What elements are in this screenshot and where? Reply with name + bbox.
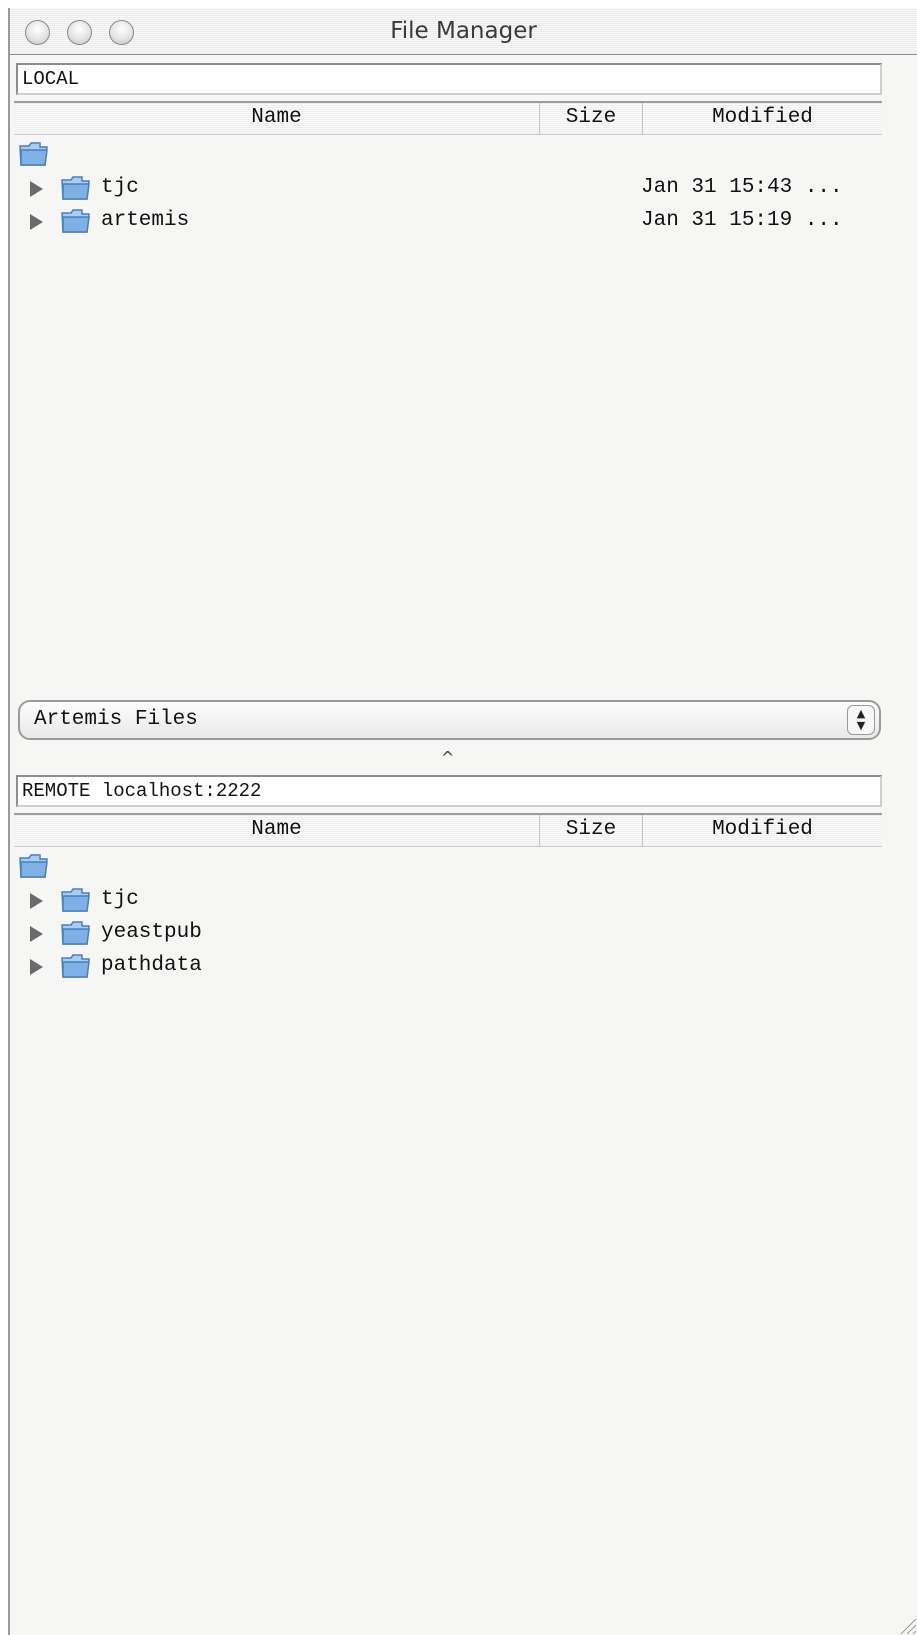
item-name: pathdata [101, 954, 202, 977]
item-name: artemis [101, 209, 190, 232]
remote-name-column-header[interactable]: Name [14, 815, 539, 847]
window-title: File Manager [390, 18, 537, 44]
split-divider-handle[interactable]: ^ [441, 748, 454, 767]
stepper-arrows-icon[interactable]: ▲ ▼ [847, 705, 875, 735]
local-modified-column-header[interactable]: Modified [642, 103, 882, 135]
remote-list-item-yeastpub[interactable]: yeastpub [14, 919, 882, 951]
item-name: yeastpub [101, 921, 202, 944]
title-bar[interactable]: File Manager [10, 8, 917, 55]
remote-list-item-tjc[interactable]: tjc [14, 886, 882, 918]
local-list-item-artemis[interactable]: artemis Jan 31 15:19 ... [14, 207, 882, 239]
folder-icon [61, 888, 90, 912]
item-modified: Jan 31 15:43 ... [641, 176, 843, 199]
local-size-column-header[interactable]: Size [539, 103, 642, 135]
item-name: tjc [101, 176, 139, 199]
local-file-tree[interactable]: tjc Jan 31 15:43 ... artemis Jan 31 15:1… [14, 135, 882, 695]
disclosure-triangle-icon[interactable] [30, 926, 43, 942]
folder-icon [61, 209, 90, 233]
resize-grip-icon[interactable] [895, 1613, 917, 1635]
disclosure-triangle-icon[interactable] [30, 893, 43, 909]
local-table-header: Name Size Modified [14, 101, 882, 135]
folder-icon [61, 176, 90, 200]
local-location-field[interactable]: LOCAL [16, 63, 882, 95]
remote-list-item-pathdata[interactable]: pathdata [14, 952, 882, 984]
disclosure-triangle-icon[interactable] [30, 181, 43, 197]
remote-modified-column-header[interactable]: Modified [642, 815, 882, 847]
disclosure-triangle-icon[interactable] [30, 959, 43, 975]
file-source-selector[interactable]: Artemis Files ▲ ▼ [18, 700, 881, 740]
local-name-column-header[interactable]: Name [14, 103, 539, 135]
remote-size-column-header[interactable]: Size [539, 815, 642, 847]
folder-icon [61, 954, 90, 978]
file-source-selector-value: Artemis Files [34, 708, 198, 731]
remote-file-tree[interactable]: tjc yeastpub pathdata [14, 847, 882, 1627]
folder-icon[interactable] [18, 141, 49, 167]
folder-icon [61, 921, 90, 945]
remote-table-header: Name Size Modified [14, 813, 882, 847]
folder-icon[interactable] [18, 853, 49, 879]
item-name: tjc [101, 888, 139, 911]
local-list-item-tjc[interactable]: tjc Jan 31 15:43 ... [14, 174, 882, 206]
file-manager-window: File Manager LOCAL Name Size Modified tj… [8, 8, 917, 1635]
remote-location-field[interactable]: REMOTE localhost:2222 [16, 775, 882, 807]
disclosure-triangle-icon[interactable] [30, 214, 43, 230]
item-modified: Jan 31 15:19 ... [641, 209, 843, 232]
